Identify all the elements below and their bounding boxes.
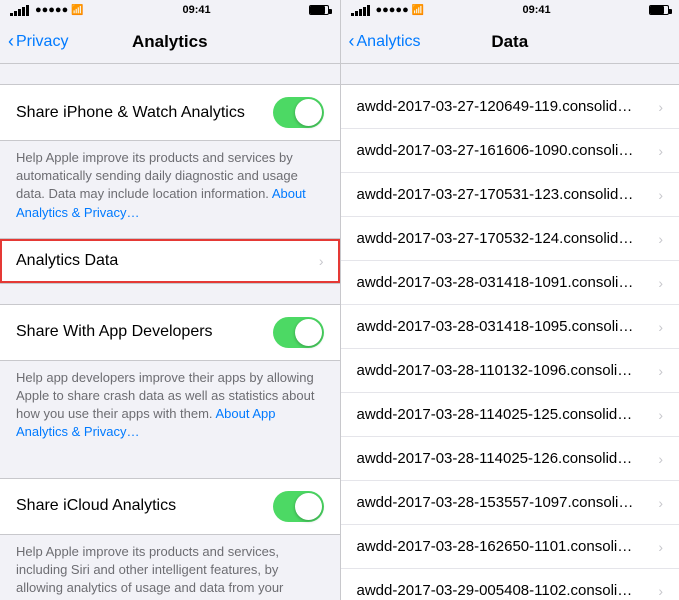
analytics-data-row[interactable]: Analytics Data › <box>0 239 340 283</box>
share-app-dev-right <box>273 317 324 348</box>
share-app-dev-description: Help app developers improve their apps b… <box>0 361 340 458</box>
nav-bar-left: ‹ Privacy Analytics <box>0 20 340 64</box>
battery-icon-right <box>649 5 669 15</box>
data-file-row[interactable]: awdd-2017-03-27-170531-123.consolid… › <box>341 173 679 217</box>
analytics-data-section: Analytics Data › <box>0 238 340 284</box>
data-filename: awdd-2017-03-28-114025-125.consolid… <box>357 406 659 423</box>
data-file-row[interactable]: awdd-2017-03-28-114025-125.consolid… › <box>341 393 679 437</box>
time-left: 09:41 <box>183 4 211 16</box>
carrier-right: ●●●●● <box>376 4 409 16</box>
status-right-left: ●●●●● 📶 <box>351 4 425 16</box>
data-file-row[interactable]: awdd-2017-03-27-120649-119.consolid… › <box>341 85 679 129</box>
share-icloud-description: Help Apple improve its products and serv… <box>0 535 340 600</box>
share-icloud-toggle[interactable] <box>273 491 324 522</box>
toggle-knob-3 <box>295 493 322 520</box>
back-label-right: Analytics <box>357 33 421 51</box>
status-right-right <box>649 5 669 15</box>
right-content: awdd-2017-03-27-120649-119.consolid… › a… <box>341 64 679 600</box>
share-analytics-row[interactable]: Share iPhone & Watch Analytics <box>0 85 340 140</box>
time-right: 09:41 <box>523 4 551 16</box>
file-chevron: › <box>658 539 663 555</box>
share-app-dev-label: Share With App Developers <box>16 323 213 341</box>
file-chevron: › <box>658 583 663 599</box>
data-filename: awdd-2017-03-28-031418-1095.consoli… <box>357 318 659 335</box>
file-chevron: › <box>658 143 663 159</box>
data-filename: awdd-2017-03-27-170532-124.consolid… <box>357 230 659 247</box>
status-left: ●●●●● 📶 <box>10 4 84 16</box>
data-filename: awdd-2017-03-28-031418-1091.consoli… <box>357 274 659 291</box>
data-file-row[interactable]: awdd-2017-03-29-005408-1102.consoli… › <box>341 569 679 600</box>
wifi-icon-right: 📶 <box>412 5 424 16</box>
data-file-row[interactable]: awdd-2017-03-28-162650-1101.consoli… › <box>341 525 679 569</box>
share-analytics-label: Share iPhone & Watch Analytics <box>16 104 245 122</box>
data-file-row[interactable]: awdd-2017-03-28-031418-1091.consoli… › <box>341 261 679 305</box>
back-button-right[interactable]: ‹ Analytics <box>349 31 421 52</box>
file-chevron: › <box>658 319 663 335</box>
share-icloud-right <box>273 491 324 522</box>
back-chevron-left: ‹ <box>8 31 14 52</box>
share-icloud-label: Share iCloud Analytics <box>16 497 176 515</box>
back-button-left[interactable]: ‹ Privacy <box>8 31 68 52</box>
file-chevron: › <box>658 187 663 203</box>
app-analytics-link[interactable]: About App Analytics & Privacy… <box>16 406 275 439</box>
data-filename: awdd-2017-03-28-114025-126.consolid… <box>357 450 659 467</box>
share-analytics-description: Help Apple improve its products and serv… <box>0 141 340 238</box>
back-chevron-right: ‹ <box>349 31 355 52</box>
data-filename: awdd-2017-03-27-170531-123.consolid… <box>357 186 659 203</box>
carrier: ●●●●● <box>35 4 68 16</box>
status-bar-right: ●●●●● 📶 09:41 <box>341 0 679 20</box>
data-file-row[interactable]: awdd-2017-03-28-153557-1097.consoli… › <box>341 481 679 525</box>
data-file-row[interactable]: awdd-2017-03-28-031418-1095.consoli… › <box>341 305 679 349</box>
battery-icon <box>309 5 329 15</box>
status-right <box>309 5 329 15</box>
file-chevron: › <box>658 231 663 247</box>
wifi-icon: 📶 <box>71 5 83 16</box>
file-chevron: › <box>658 275 663 291</box>
left-content: Share iPhone & Watch Analytics Help Appl… <box>0 64 340 600</box>
data-filename: awdd-2017-03-28-162650-1101.consoli… <box>357 538 659 555</box>
data-file-row[interactable]: awdd-2017-03-27-170532-124.consolid… › <box>341 217 679 261</box>
analytics-privacy-link[interactable]: About Analytics & Privacy… <box>16 186 306 219</box>
data-file-row[interactable]: awdd-2017-03-27-161606-1090.consoli… › <box>341 129 679 173</box>
file-chevron: › <box>658 495 663 511</box>
data-file-list: awdd-2017-03-27-120649-119.consolid… › a… <box>341 84 679 600</box>
status-bar-left: ●●●●● 📶 09:41 <box>0 0 340 20</box>
file-chevron: › <box>658 99 663 115</box>
share-app-dev-toggle[interactable] <box>273 317 324 348</box>
data-filename: awdd-2017-03-27-161606-1090.consoli… <box>357 142 659 159</box>
nav-bar-right: ‹ Analytics Data <box>341 20 679 64</box>
share-icloud-row[interactable]: Share iCloud Analytics <box>0 479 340 534</box>
toggle-knob <box>295 99 322 126</box>
share-app-dev-section: Share With App Developers <box>0 304 340 361</box>
data-filename: awdd-2017-03-28-110132-1096.consoli… <box>357 362 659 379</box>
toggle-knob-2 <box>295 319 322 346</box>
analytics-data-label: Analytics Data <box>16 252 118 270</box>
share-icloud-section: Share iCloud Analytics <box>0 478 340 535</box>
share-analytics-right <box>273 97 324 128</box>
share-analytics-toggle[interactable] <box>273 97 324 128</box>
share-app-dev-row[interactable]: Share With App Developers <box>0 305 340 360</box>
right-panel: ●●●●● 📶 09:41 ‹ Analytics Data awdd-2017… <box>340 0 679 600</box>
signal-bars-right <box>351 5 370 16</box>
data-filename: awdd-2017-03-29-005408-1102.consoli… <box>357 582 659 599</box>
file-chevron: › <box>658 451 663 467</box>
analytics-data-chevron: › <box>319 253 324 269</box>
nav-title-right: Data <box>491 32 528 52</box>
file-chevron: › <box>658 363 663 379</box>
data-file-row[interactable]: awdd-2017-03-28-110132-1096.consoli… › <box>341 349 679 393</box>
data-file-row[interactable]: awdd-2017-03-28-114025-126.consolid… › <box>341 437 679 481</box>
file-chevron: › <box>658 407 663 423</box>
share-analytics-section: Share iPhone & Watch Analytics <box>0 84 340 141</box>
left-panel: ●●●●● 📶 09:41 ‹ Privacy Analytics Share … <box>0 0 340 600</box>
back-label-left: Privacy <box>16 33 68 51</box>
data-filename: awdd-2017-03-27-120649-119.consolid… <box>357 98 659 115</box>
nav-title-left: Analytics <box>132 32 208 52</box>
signal-bars <box>10 5 29 16</box>
data-filename: awdd-2017-03-28-153557-1097.consoli… <box>357 494 659 511</box>
